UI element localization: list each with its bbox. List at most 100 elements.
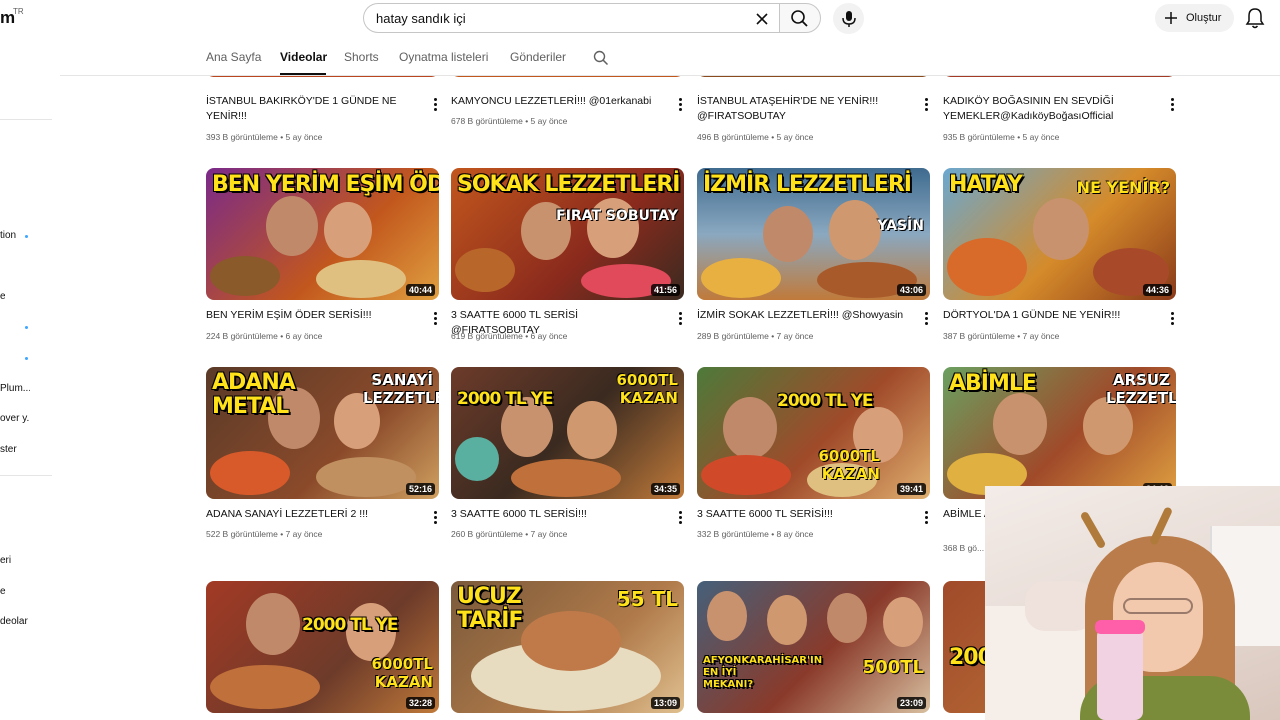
video-card[interactable]: İSTANBUL BAKIRKÖY'DE 1 GÜNDE NE YENİR!!!… [206,62,440,150]
upload-age: 5 ay önce [1022,132,1060,142]
video-card[interactable]: AFYONKARAHİSAR'IN EN İYİ MEKANI? 500TL 2… [697,581,931,713]
more-options-icon[interactable] [923,311,931,327]
video-thumbnail[interactable]: HATAY NE YENİR? 44:36 [943,168,1176,300]
video-card[interactable]: KADIKÖY BOĞASININ EN SEVDİĞİ YEMEKLER@Ka… [943,62,1177,150]
video-card[interactable]: BEN YERİM EŞİM ÖDER 40:44 BEN YERİM EŞİM… [206,168,440,348]
more-options-icon[interactable] [677,311,685,327]
video-thumbnail[interactable]: ADANA METAL SANAYİ LEZZETLERİ 52:16 [206,367,439,499]
video-card[interactable]: UCUZ TARİF 55 TL 13:09 [451,581,685,713]
wrap-food [521,611,621,671]
view-count: 387 B görüntüleme [943,331,1015,341]
thumbnail-subtext: 55 TL [616,587,678,611]
video-title[interactable]: İSTANBUL BAKIRKÖY'DE 1 GÜNDE NE YENİR!!! [206,94,418,124]
video-title[interactable]: İZMİR SOKAK LEZZETLERİ!!! @Showyasin [697,308,909,323]
upload-age: 6 ay önce [530,331,568,341]
video-title[interactable]: ADANA SANAYİ LEZZETLERİ 2 !!! [206,507,418,522]
video-thumbnail[interactable]: 2000 TL YE 6000TL KAZAN 39:41 [697,367,930,499]
video-title[interactable]: 3 SAATTE 6000 TL SERİSİ!!! [451,507,663,522]
food-plate [316,260,406,298]
video-card[interactable]: 2000 TL YE 6000TL KAZAN 34:35 3 SAATTE 6… [451,367,685,547]
video-thumbnail[interactable]: ABİMLE ARSUZ LEZZETLERİ 34:19 [943,367,1176,499]
video-meta: 289 B görüntüleme • 7 ay önce [697,331,814,341]
video-thumbnail[interactable]: İZMİR LEZZETLERİ YASİN 43:06 [697,168,930,300]
video-card[interactable]: 2000 TL YE 6000TL KAZAN 39:41 3 SAATTE 6… [697,367,931,547]
new-content-dot [25,326,28,329]
close-icon[interactable] [753,10,771,28]
video-card[interactable]: SOKAK LEZZETLERİ FIRAT SOBUTAY 41:56 3 S… [451,168,685,348]
video-meta: 678 B görüntüleme • 5 ay önce [451,116,568,126]
video-title[interactable]: DÖRTYOL'DA 1 GÜNDE NE YENİR!!! [943,308,1155,323]
channel-search-icon[interactable] [593,50,609,66]
thumbnail-subtext: YASİN [877,218,924,234]
pink-tumbler-cup [1097,628,1143,720]
food-plate [210,451,290,495]
sidebar-divider [0,475,52,476]
person-face [767,595,807,645]
sidebar-item[interactable]: e [0,291,5,302]
voice-search-button[interactable] [833,3,864,34]
search-button[interactable] [779,3,821,33]
sidebar-item[interactable]: tion [0,230,18,241]
more-options-icon[interactable] [923,510,931,526]
video-duration: 41:56 [650,284,680,296]
more-options-icon[interactable] [432,510,440,526]
sidebar-item[interactable]: deolar [0,616,32,627]
more-options-icon[interactable] [1169,311,1177,327]
video-meta: 332 B görüntüleme • 8 ay önce [697,529,814,539]
tab-posts[interactable]: Gönderiler [510,50,566,64]
sidebar-item[interactable]: over y... [0,413,30,424]
video-card[interactable]: İZMİR LEZZETLERİ YASİN 43:06 İZMİR SOKAK… [697,168,931,348]
tab-shorts[interactable]: Shorts [344,50,379,64]
sidebar-item[interactable]: ster [0,444,20,455]
view-count: 368 B gö... [943,543,985,553]
video-title[interactable]: İSTANBUL ATAŞEHİR'DE NE YENİR!!! @FIRATS… [697,94,909,124]
video-thumbnail[interactable]: AFYONKARAHİSAR'IN EN İYİ MEKANI? 500TL 2… [697,581,930,713]
food-plate [210,256,280,296]
more-options-icon[interactable] [432,97,440,113]
video-card[interactable]: 2000 TL YE 6000TL KAZAN 32:28 [206,581,440,713]
sidebar: tion e Plum... over y... ster eri e deol… [0,38,60,720]
more-options-icon[interactable] [677,97,685,113]
thumbnail-subtext: ARSUZ LEZZETLERİ [1106,371,1176,407]
notifications-bell-icon[interactable] [1244,6,1266,30]
more-options-icon[interactable] [432,311,440,327]
upload-age: 6 ay önce [285,331,323,341]
upload-age: 5 ay önce [776,132,814,142]
thumbnail-subtext: NE YENİR? [1076,178,1170,197]
video-meta: 496 B görüntüleme • 5 ay önce [697,132,814,142]
create-button[interactable]: Oluştur [1155,4,1234,32]
view-count: 522 B görüntüleme [206,529,278,539]
video-thumbnail[interactable]: 2000 TL YE 6000TL KAZAN 32:28 [206,581,439,713]
video-duration: 40:44 [405,284,435,296]
video-title[interactable]: BEN YERİM EŞİM ÖDER SERİSİ!!! [206,308,418,323]
tab-playlists[interactable]: Oynatma listeleri [399,50,488,64]
person-face [827,593,867,643]
more-options-icon[interactable] [923,97,931,113]
video-title[interactable]: 3 SAATTE 6000 TL SERİSİ!!! [697,507,909,522]
search-input[interactable]: hatay sandık içi [363,3,779,33]
video-thumbnail[interactable]: BEN YERİM EŞİM ÖDER 40:44 [206,168,439,300]
video-title[interactable]: KAMYONCU LEZZETLERİ!!! @01erkanabi [451,94,663,109]
sidebar-item[interactable]: Plum... [0,383,30,394]
person-face [567,401,617,459]
video-thumbnail[interactable]: SOKAK LEZZETLERİ FIRAT SOBUTAY 41:56 [451,168,684,300]
food-plate [455,437,499,481]
more-options-icon[interactable] [677,510,685,526]
video-title[interactable]: KADIKÖY BOĞASININ EN SEVDİĞİ YEMEKLER@Ka… [943,94,1155,124]
thumbnail-text: İZMİR LEZZETLERİ [703,172,912,197]
person-face [993,393,1047,455]
video-thumbnail[interactable]: 2000 TL YE 6000TL KAZAN 34:35 [451,367,684,499]
sidebar-item[interactable]: eri [0,555,14,566]
sidebar-item[interactable]: e [0,586,6,597]
video-card[interactable]: İSTANBUL ATAŞEHİR'DE NE YENİR!!! @FIRATS… [697,62,931,150]
search-query-text[interactable]: hatay sandık içi [376,11,466,26]
video-thumbnail[interactable]: UCUZ TARİF 55 TL 13:09 [451,581,684,713]
video-duration: 32:28 [405,697,435,709]
tab-home[interactable]: Ana Sayfa [206,50,261,64]
video-card[interactable]: KAMYONCU LEZZETLERİ!!! @01erkanabi 678 B… [451,62,685,150]
upload-age: 8 ay önce [776,529,814,539]
more-options-icon[interactable] [1169,97,1177,113]
video-card[interactable]: HATAY NE YENİR? 44:36 DÖRTYOL'DA 1 GÜNDE… [943,168,1177,348]
tab-videos[interactable]: Videolar [280,50,327,64]
video-card[interactable]: ADANA METAL SANAYİ LEZZETLERİ 52:16 ADAN… [206,367,440,547]
